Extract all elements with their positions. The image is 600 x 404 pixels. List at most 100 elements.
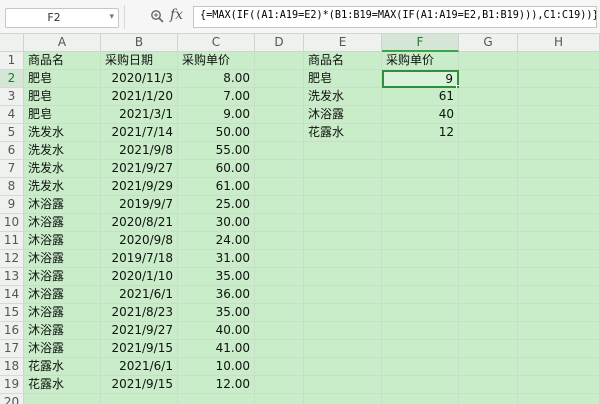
cell-e2[interactable]: 肥皂 — [304, 70, 382, 88]
row-header[interactable]: 12 — [0, 250, 24, 268]
cell-f11[interactable] — [382, 232, 459, 250]
formula-input[interactable]: {=MAX(IF((A1:A19=E2)*(B1:B19=MAX(IF(A1:A… — [193, 6, 597, 28]
cell-h10[interactable] — [518, 214, 600, 232]
cell-c6[interactable]: 55.00 — [178, 142, 255, 160]
cell-e17[interactable] — [304, 340, 382, 358]
column-header-d[interactable]: D — [255, 34, 304, 52]
fx-icon[interactable]: fx — [170, 7, 183, 23]
row-header[interactable]: 15 — [0, 304, 24, 322]
cell-d6[interactable] — [255, 142, 304, 160]
cell-g19[interactable] — [459, 376, 518, 394]
cell-f12[interactable] — [382, 250, 459, 268]
cell-a15[interactable]: 沐浴露 — [24, 304, 101, 322]
cell-g17[interactable] — [459, 340, 518, 358]
cell-f17[interactable] — [382, 340, 459, 358]
cell-a7[interactable]: 洗发水 — [24, 160, 101, 178]
column-header-g[interactable]: G — [459, 34, 518, 52]
cell-d16[interactable] — [255, 322, 304, 340]
cell-g18[interactable] — [459, 358, 518, 376]
cell-f7[interactable] — [382, 160, 459, 178]
cell-b17[interactable]: 2021/9/15 — [101, 340, 178, 358]
cell-a6[interactable]: 洗发水 — [24, 142, 101, 160]
cell-c1[interactable]: 采购单价 — [178, 52, 255, 70]
cell-c17[interactable]: 41.00 — [178, 340, 255, 358]
cell-d2[interactable] — [255, 70, 304, 88]
cell-c9[interactable]: 25.00 — [178, 196, 255, 214]
row-header[interactable]: 1 — [0, 52, 24, 70]
cell-e10[interactable] — [304, 214, 382, 232]
cell-g11[interactable] — [459, 232, 518, 250]
cell-h15[interactable] — [518, 304, 600, 322]
column-header-e[interactable]: E — [304, 34, 382, 52]
cell-h3[interactable] — [518, 88, 600, 106]
cell-f16[interactable] — [382, 322, 459, 340]
column-header-h[interactable]: H — [518, 34, 600, 52]
cell-f19[interactable] — [382, 376, 459, 394]
cell-h4[interactable] — [518, 106, 600, 124]
row-header[interactable]: 5 — [0, 124, 24, 142]
cell-h14[interactable] — [518, 286, 600, 304]
row-header[interactable]: 16 — [0, 322, 24, 340]
chevron-down-icon[interactable]: ▾ — [109, 12, 114, 22]
row-header[interactable]: 7 — [0, 160, 24, 178]
cell-g6[interactable] — [459, 142, 518, 160]
cell-h19[interactable] — [518, 376, 600, 394]
cell-h11[interactable] — [518, 232, 600, 250]
cell-d5[interactable] — [255, 124, 304, 142]
cell-h12[interactable] — [518, 250, 600, 268]
cell-f20[interactable] — [382, 394, 459, 404]
cell-f1[interactable]: 采购单价 — [382, 52, 459, 70]
cell-b3[interactable]: 2021/1/20 — [101, 88, 178, 106]
cell-a8[interactable]: 洗发水 — [24, 178, 101, 196]
cell-e16[interactable] — [304, 322, 382, 340]
cell-f4[interactable]: 40 — [382, 106, 459, 124]
cell-h1[interactable] — [518, 52, 600, 70]
cell-c10[interactable]: 30.00 — [178, 214, 255, 232]
cell-a17[interactable]: 沐浴露 — [24, 340, 101, 358]
row-header[interactable]: 20 — [0, 394, 24, 404]
cell-h9[interactable] — [518, 196, 600, 214]
cell-b20[interactable] — [101, 394, 178, 404]
name-box[interactable]: F2 ▾ — [5, 8, 119, 28]
cell-h6[interactable] — [518, 142, 600, 160]
cell-h5[interactable] — [518, 124, 600, 142]
cell-d10[interactable] — [255, 214, 304, 232]
row-header[interactable]: 14 — [0, 286, 24, 304]
cell-d13[interactable] — [255, 268, 304, 286]
cell-h16[interactable] — [518, 322, 600, 340]
cell-h17[interactable] — [518, 340, 600, 358]
cell-g20[interactable] — [459, 394, 518, 404]
cell-d7[interactable] — [255, 160, 304, 178]
cell-e7[interactable] — [304, 160, 382, 178]
cell-c8[interactable]: 61.00 — [178, 178, 255, 196]
cell-b15[interactable]: 2021/8/23 — [101, 304, 178, 322]
column-header-b[interactable]: B — [101, 34, 178, 52]
cell-a5[interactable]: 洗发水 — [24, 124, 101, 142]
cell-e8[interactable] — [304, 178, 382, 196]
cell-f10[interactable] — [382, 214, 459, 232]
cell-f18[interactable] — [382, 358, 459, 376]
cell-h20[interactable] — [518, 394, 600, 404]
cell-g15[interactable] — [459, 304, 518, 322]
cell-a11[interactable]: 沐浴露 — [24, 232, 101, 250]
cell-d15[interactable] — [255, 304, 304, 322]
cell-c3[interactable]: 7.00 — [178, 88, 255, 106]
cell-d1[interactable] — [255, 52, 304, 70]
cell-f3[interactable]: 61 — [382, 88, 459, 106]
cell-a4[interactable]: 肥皂 — [24, 106, 101, 124]
column-header-c[interactable]: C — [178, 34, 255, 52]
cell-e11[interactable] — [304, 232, 382, 250]
cell-a20[interactable] — [24, 394, 101, 404]
cell-d11[interactable] — [255, 232, 304, 250]
cell-c14[interactable]: 36.00 — [178, 286, 255, 304]
cell-b14[interactable]: 2021/6/1 — [101, 286, 178, 304]
cell-g8[interactable] — [459, 178, 518, 196]
cell-a12[interactable]: 沐浴露 — [24, 250, 101, 268]
cell-e1[interactable]: 商品名 — [304, 52, 382, 70]
cell-a18[interactable]: 花露水 — [24, 358, 101, 376]
cell-a1[interactable]: 商品名 — [24, 52, 101, 70]
cell-d9[interactable] — [255, 196, 304, 214]
cell-e18[interactable] — [304, 358, 382, 376]
cell-g7[interactable] — [459, 160, 518, 178]
cell-f13[interactable] — [382, 268, 459, 286]
